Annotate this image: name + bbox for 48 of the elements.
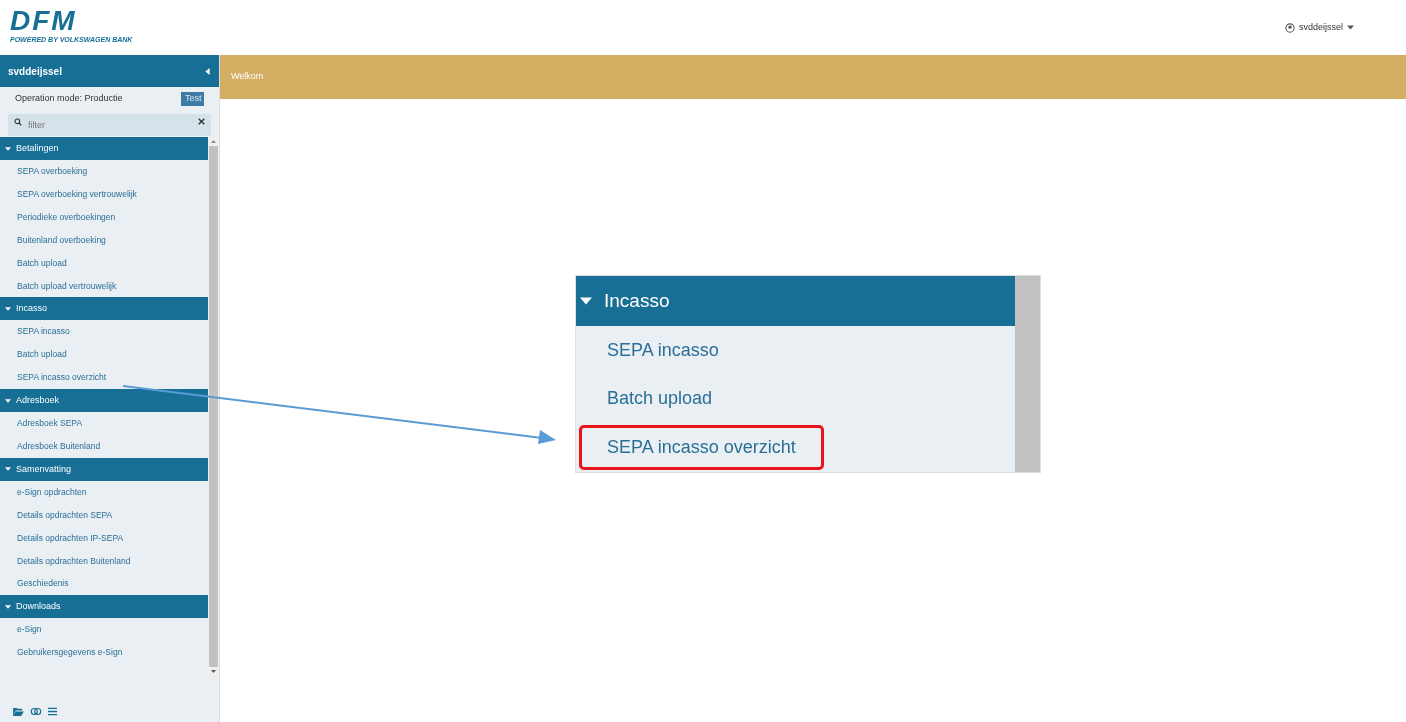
caret-icon	[1347, 24, 1354, 32]
scrollbar[interactable]	[208, 137, 219, 676]
menu-item[interactable]: e-Sign	[0, 618, 208, 642]
user-name: svddeijssel	[8, 64, 62, 79]
scroll-down-icon[interactable]	[211, 669, 216, 674]
scroll-thumb[interactable]	[209, 146, 218, 667]
section-header[interactable]: Betalingen	[0, 137, 208, 160]
user-menu[interactable]: svddeijssel	[1284, 21, 1354, 35]
menu-item[interactable]: Details opdrachten IP-SEPA	[0, 526, 208, 550]
operation-mode: Operation mode: Productie	[15, 92, 123, 106]
menu-item[interactable]: Adresboek Buitenland	[0, 434, 208, 458]
filter-field[interactable]: filter	[8, 114, 211, 136]
section-header[interactable]: Samenvatting	[0, 457, 208, 481]
search-icon	[14, 118, 22, 126]
section-header[interactable]: Adresboek	[0, 389, 208, 412]
clear-icon[interactable]	[198, 118, 205, 125]
caret-icon	[5, 145, 11, 152]
caret-icon	[5, 305, 11, 312]
section-header[interactable]: Downloads	[0, 595, 208, 619]
caret-icon	[580, 294, 592, 307]
caret-icon	[5, 466, 11, 473]
section-header: Incasso	[576, 276, 1015, 326]
menu-item[interactable]: Adresboek SEPA	[0, 412, 208, 435]
caret-icon	[5, 397, 11, 404]
scroll-up-icon[interactable]	[211, 139, 216, 144]
welcome-banner: Welkom	[220, 55, 1406, 99]
menu-item[interactable]: Gebruikersgegevens e-Sign	[0, 641, 208, 665]
menu-item[interactable]: Buitenland overboeking	[0, 228, 208, 252]
toggle-icon[interactable]	[30, 706, 42, 716]
caret-icon	[5, 603, 11, 610]
menu-item[interactable]: e-Sign opdrachten	[0, 480, 208, 504]
menu-item[interactable]: Periodieke overboekingen	[0, 205, 208, 229]
menu-item[interactable]: SEPA overboeking vertrouwelijk	[0, 182, 208, 206]
folder-icon[interactable]	[13, 706, 24, 716]
user-icon	[1284, 22, 1295, 33]
menu-item[interactable]: Batch upload vertrouwelijk	[0, 274, 208, 298]
section-header[interactable]: Incasso	[0, 297, 208, 321]
mode-button[interactable]: Test	[181, 92, 204, 106]
menu-icon[interactable]	[48, 706, 57, 716]
menu-item[interactable]: SEPA incasso	[0, 320, 208, 344]
menu-item[interactable]: Details opdrachten SEPA	[0, 503, 208, 527]
collapse-icon[interactable]	[204, 67, 211, 75]
menu-item[interactable]: Batch upload	[0, 343, 208, 367]
menu-item[interactable]: SEPA incasso overzicht	[0, 366, 208, 389]
menu-item[interactable]: Batch upload	[0, 251, 208, 275]
menu-item[interactable]: Geschiedenis	[0, 572, 208, 596]
menu-item[interactable]: Details opdrachten Buitenland	[0, 549, 208, 573]
menu-item[interactable]: SEPA overboeking	[0, 160, 208, 183]
